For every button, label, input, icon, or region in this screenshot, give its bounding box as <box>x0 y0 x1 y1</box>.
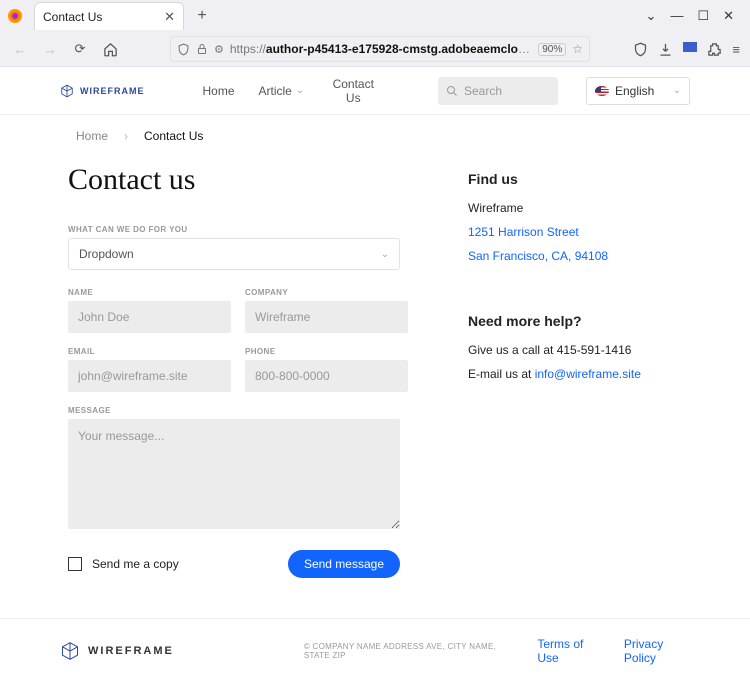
chevron-down-icon: ⌄ <box>673 85 681 96</box>
breadcrumb-home[interactable]: Home <box>76 129 108 143</box>
forward-button[interactable]: → <box>40 39 60 59</box>
bookmark-star-icon[interactable]: ☆ <box>572 42 583 56</box>
close-window-icon[interactable]: ✕ <box>723 8 734 24</box>
send-button[interactable]: Send message <box>288 550 400 578</box>
nav-home[interactable]: Home <box>203 77 235 105</box>
language-selector[interactable]: English ⌄ <box>586 77 690 105</box>
page-title: Contact us <box>68 163 408 197</box>
search-input[interactable]: Search <box>438 77 558 105</box>
nav-contact[interactable]: Contact Us <box>328 77 378 105</box>
label-phone: PHONE <box>245 347 408 356</box>
copy-checkbox-label: Send me a copy <box>92 557 179 571</box>
back-button[interactable]: ← <box>10 39 30 59</box>
email-link[interactable]: info@wireframe.site <box>535 367 641 381</box>
downloads-icon[interactable] <box>658 42 673 57</box>
email-text: E-mail us at info@wireframe.site <box>468 367 690 381</box>
reload-button[interactable]: ⟳ <box>70 39 90 59</box>
chevron-down-icon[interactable]: ⌄ <box>646 8 657 24</box>
label-topic: WHAT CAN WE DO FOR YOU <box>68 225 408 234</box>
url-text: https://author-p45413-e175928-cmstg.adob… <box>230 42 532 56</box>
menu-icon[interactable]: ≡ <box>732 42 740 57</box>
shield-icon[interactable] <box>177 43 190 56</box>
breadcrumb-current: Contact Us <box>144 129 203 143</box>
browser-chrome: Contact Us ✕ + ⌄ — ☐ ✕ ← → ⟳ ⚙ https://a… <box>0 0 750 67</box>
lock-icon[interactable] <box>196 43 208 55</box>
chevron-down-icon: ⌄ <box>381 249 389 260</box>
close-tab-icon[interactable]: ✕ <box>164 9 175 25</box>
label-company: COMPANY <box>245 288 408 297</box>
permissions-icon[interactable]: ⚙ <box>214 43 224 56</box>
footer-brand-text: WIREFRAME <box>88 645 174 657</box>
cube-icon <box>60 84 74 98</box>
address-bar[interactable]: ⚙ https://author-p45413-e175928-cmstg.ad… <box>170 36 590 62</box>
company-input[interactable] <box>245 301 408 333</box>
chevron-right-icon: › <box>124 129 128 143</box>
footer-brand[interactable]: WIREFRAME <box>60 641 174 661</box>
address-line1[interactable]: 1251 Harrison Street <box>468 225 579 239</box>
footer-links: Terms of Use Privacy Policy <box>537 637 690 665</box>
brand-text: WIREFRAME <box>80 86 145 96</box>
search-icon <box>446 85 458 97</box>
pocket-icon[interactable] <box>633 42 648 57</box>
form-actions: Send me a copy Send message <box>68 550 400 578</box>
terms-link[interactable]: Terms of Use <box>537 637 600 665</box>
breadcrumb: Home › Contact Us <box>0 115 750 153</box>
copyright-text: © COMPANY NAME ADDRESS AVE, CITY NAME, S… <box>304 642 517 660</box>
tab-title: Contact Us <box>43 10 102 24</box>
new-tab-button[interactable]: + <box>190 4 214 28</box>
browser-toolbar: ← → ⟳ ⚙ https://author-p45413-e175928-cm… <box>0 32 750 66</box>
footer: WIREFRAME © COMPANY NAME ADDRESS AVE, CI… <box>0 618 750 683</box>
email-input[interactable] <box>68 360 231 392</box>
maximize-icon[interactable]: ☐ <box>697 8 709 24</box>
firefox-logo-icon <box>6 7 24 25</box>
contact-form: Contact us WHAT CAN WE DO FOR YOU Dropdo… <box>68 163 408 578</box>
home-button[interactable] <box>100 39 120 59</box>
label-message: MESSAGE <box>68 406 408 415</box>
privacy-link[interactable]: Privacy Policy <box>624 637 690 665</box>
site-header: WIREFRAME Home Article ⌄ Contact Us Sear… <box>0 67 750 115</box>
flag-us-icon <box>595 86 609 96</box>
main-nav: Home Article ⌄ Contact Us <box>203 77 379 105</box>
minimize-icon[interactable]: — <box>670 8 683 24</box>
page: WIREFRAME Home Article ⌄ Contact Us Sear… <box>0 67 750 683</box>
name-input[interactable] <box>68 301 231 333</box>
copy-checkbox[interactable] <box>68 557 82 571</box>
find-us-heading: Find us <box>468 171 690 187</box>
company-name: Wireframe <box>468 201 690 215</box>
call-text: Give us a call at 415-591-1416 <box>468 343 690 357</box>
label-email: EMAIL <box>68 347 231 356</box>
account-icon[interactable] <box>683 42 697 52</box>
chevron-down-icon: ⌄ <box>296 85 304 96</box>
sidebar: Find us Wireframe 1251 Harrison Street S… <box>468 163 690 578</box>
cube-icon <box>60 641 80 661</box>
topic-dropdown[interactable]: Dropdown ⌄ <box>68 238 400 270</box>
need-help-heading: Need more help? <box>468 313 690 329</box>
window-controls: ⌄ — ☐ ✕ <box>646 8 744 24</box>
label-name: NAME <box>68 288 231 297</box>
dropdown-value: Dropdown <box>79 247 134 261</box>
nav-article[interactable]: Article ⌄ <box>259 77 305 105</box>
brand-logo[interactable]: WIREFRAME <box>60 84 145 98</box>
search-placeholder: Search <box>464 84 502 98</box>
phone-input[interactable] <box>245 360 408 392</box>
browser-tab[interactable]: Contact Us ✕ <box>34 2 184 30</box>
language-label: English <box>615 84 654 98</box>
content: Contact us WHAT CAN WE DO FOR YOU Dropdo… <box>0 153 750 618</box>
tab-strip: Contact Us ✕ + ⌄ — ☐ ✕ <box>0 0 750 32</box>
message-textarea[interactable] <box>68 419 400 529</box>
extensions-icon[interactable] <box>707 42 722 57</box>
zoom-badge[interactable]: 90% <box>538 43 566 56</box>
address-line2[interactable]: San Francisco, CA, 94108 <box>468 249 608 263</box>
